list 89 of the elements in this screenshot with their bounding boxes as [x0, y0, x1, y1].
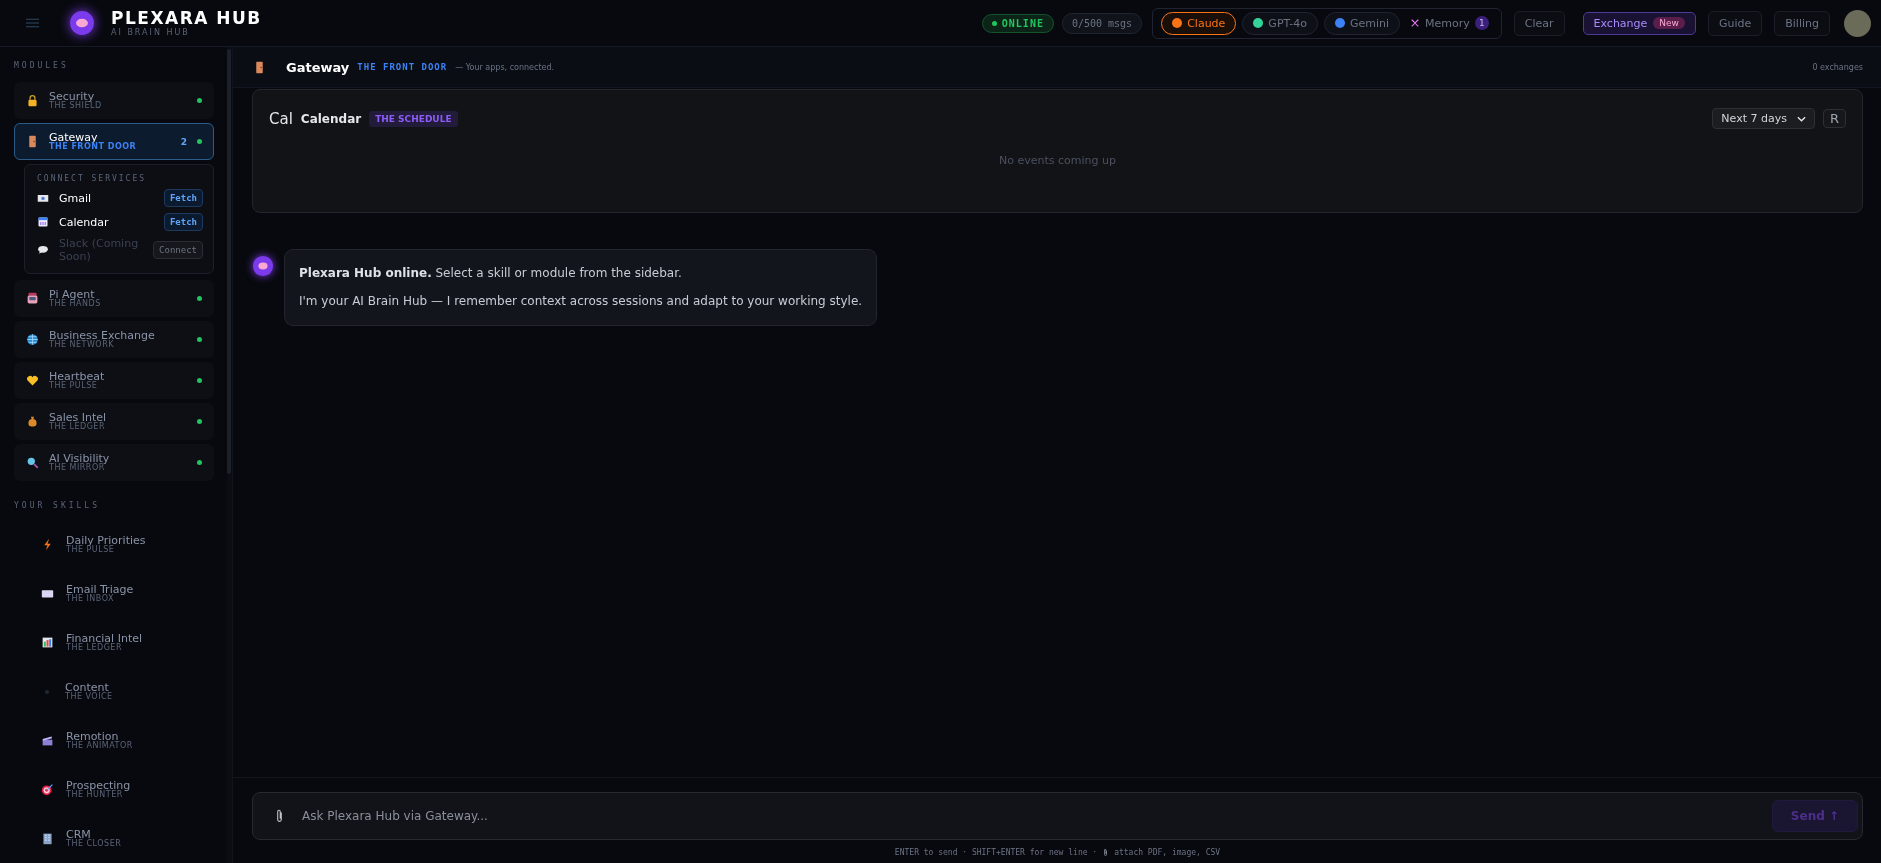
- module-name: Security: [49, 90, 95, 103]
- toolbar-button[interactable]: Clear: [1513, 10, 1565, 36]
- memory-button[interactable]: Memory 1: [1406, 12, 1493, 34]
- magnifier-icon: [26, 456, 39, 469]
- skill-item[interactable]: Remotion THE ANIMATOR: [14, 720, 214, 761]
- heart-icon: [26, 374, 39, 387]
- service-button[interactable]: Fetch: [163, 189, 203, 207]
- section-heading: MODULES: [14, 61, 70, 70]
- module-item[interactable]: Heartbeat THE PULSE: [14, 362, 214, 399]
- module-tagline: THE PULSE: [49, 382, 99, 391]
- model-button[interactable]: Gemini: [1323, 11, 1401, 35]
- paperclip-icon[interactable]: [275, 808, 284, 824]
- toolbar-button[interactable]: Guide: [1707, 10, 1763, 36]
- service-name: Slack (Coming Soon): [59, 237, 140, 263]
- avatar[interactable]: [1844, 9, 1871, 37]
- module-item[interactable]: Security THE SHIELD: [14, 82, 214, 119]
- speech-bubble-icon: [37, 244, 49, 256]
- module-item[interactable]: AI Visibility THE MIRROR: [14, 444, 214, 481]
- page-tagline: THE FRONT DOOR: [357, 62, 448, 72]
- skill-item[interactable]: Content THE VOICE: [14, 671, 214, 712]
- module-item[interactable]: Sales Intel THE LEDGER: [14, 403, 214, 440]
- page-title: Gateway: [286, 59, 350, 75]
- paperclip-icon: [1103, 848, 1109, 857]
- module-tagline: THE MIRROR: [49, 464, 105, 473]
- module-tagline: THE HANDS: [49, 300, 102, 309]
- service-name: Calendar: [59, 215, 110, 229]
- clapperboard-icon: [41, 734, 54, 747]
- money-bag-icon: [26, 415, 39, 428]
- model-button[interactable]: GPT-4o: [1242, 11, 1318, 35]
- skill-tagline: THE VOICE: [65, 693, 114, 702]
- service-button[interactable]: Fetch: [163, 213, 203, 231]
- hint-text: ENTER to send · SHIFT+ENTER for new line ·: [894, 848, 1098, 857]
- mail-icon: [37, 192, 49, 204]
- skill-item[interactable]: Prospecting THE HUNTER: [14, 769, 214, 810]
- skill-tagline: THE HUNTER: [66, 791, 123, 800]
- module-tagline: THE SHIELD: [49, 102, 103, 111]
- skill-tagline: THE LEDGER: [66, 644, 123, 653]
- building-icon: [41, 832, 54, 845]
- exchange-count: 0 exchanges: [1812, 62, 1863, 72]
- toolbar-button[interactable]: Billing: [1774, 10, 1830, 36]
- model-button[interactable]: Claude: [1161, 11, 1237, 35]
- calendar-prefix: Cal: [269, 109, 293, 128]
- skill-tagline: THE INBOX: [66, 595, 114, 604]
- message-text: Plexara Hub online. Select a skill or module from the sidebar.: [299, 266, 683, 282]
- envelope-icon: [41, 587, 54, 600]
- status-pill: ONLINE: [981, 13, 1054, 33]
- skill-tagline: THE CLOSER: [66, 840, 123, 849]
- dot-icon: [44, 688, 50, 695]
- calendar-badge: THE SCHEDULE: [369, 110, 458, 127]
- hint-text: attach PDF, image, CSV: [1114, 848, 1221, 857]
- door-icon: [26, 135, 39, 148]
- module-item[interactable]: Business Exchange THE NETWORK: [14, 321, 214, 358]
- message-text: I'm your AI Brain Hub — I remember context across sessions and adapt to your working style.: [299, 293, 863, 310]
- module-item[interactable]: Pi Agent THE HANDS: [14, 280, 214, 317]
- service-button[interactable]: Connect: [153, 241, 203, 259]
- globe-icon: [26, 333, 39, 346]
- refresh-button[interactable]: R: [1822, 109, 1846, 128]
- module-tagline: THE LEDGER: [49, 423, 106, 432]
- page-description: — Your apps, connected.: [455, 62, 555, 72]
- skill-tagline: THE ANIMATOR: [66, 742, 134, 751]
- module-name: Gateway: [49, 131, 98, 144]
- module-tagline: THE NETWORK: [49, 341, 114, 350]
- module-count: 2: [180, 136, 187, 147]
- skill-item[interactable]: Financial Intel THE LEDGER: [14, 622, 214, 663]
- range-dropdown[interactable]: Next 7 days: [1712, 108, 1815, 129]
- calendar-icon: [37, 216, 49, 228]
- chevron-down-icon: [1796, 115, 1806, 122]
- module-item[interactable]: Gateway THE FRONT DOOR 2: [14, 123, 214, 160]
- calendar-title: Calendar: [300, 111, 362, 126]
- empty-state-text: No events coming up: [998, 154, 1117, 167]
- app-subtitle: AI BRAIN HUB: [111, 28, 191, 37]
- lock-icon: [26, 94, 39, 107]
- skill-tagline: THE PULSE: [66, 546, 116, 555]
- exchange-button[interactable]: Exchange New: [1582, 11, 1696, 35]
- message-usage-pill: 0/500 msgs: [1061, 12, 1143, 34]
- app-title: PLEXARA HUB: [111, 9, 262, 27]
- section-heading: YOUR SKILLS: [14, 501, 101, 510]
- brain-avatar-icon: [252, 255, 274, 277]
- service-name: Gmail: [59, 191, 93, 205]
- section-heading: CONNECT SERVICES: [37, 174, 148, 183]
- skill-item[interactable]: Email Triage THE INBOX: [14, 573, 214, 614]
- brain-logo-icon: [69, 10, 95, 36]
- door-icon: [253, 60, 266, 74]
- skill-item[interactable]: Daily Priorities THE PULSE: [14, 524, 214, 565]
- target-icon: [41, 783, 54, 796]
- bar-chart-icon: [41, 636, 54, 649]
- robot-icon: [26, 292, 39, 305]
- skill-item[interactable]: CRM THE CLOSER: [14, 818, 214, 859]
- module-tagline: THE FRONT DOOR: [49, 143, 138, 152]
